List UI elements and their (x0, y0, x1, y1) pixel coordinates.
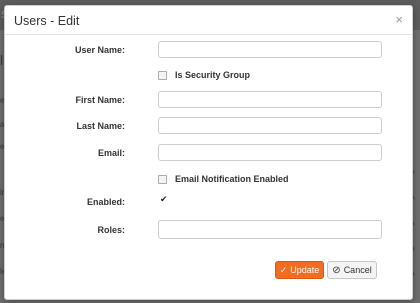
users-edit-dialog: Users - Edit × User Name: Is Security Gr… (4, 5, 413, 300)
email-notification-checkbox[interactable] (158, 174, 167, 184)
dialog-title: Users - Edit (14, 14, 80, 28)
update-button[interactable]: ✓ Update (275, 261, 324, 279)
enabled-label: Enabled: (86, 197, 125, 207)
enabled-row[interactable]: ✔ (158, 194, 168, 207)
ban-icon: ⊘ (332, 264, 341, 276)
close-icon[interactable]: × (395, 13, 403, 27)
email-notification-label: Email Notification Enabled (175, 174, 289, 184)
update-button-label: Update (290, 265, 320, 275)
is-security-group-label: Is Security Group (175, 70, 251, 80)
checkmark-icon: ✔ (160, 194, 168, 204)
email-input[interactable] (158, 144, 382, 161)
last-name-label: Last Name: (76, 121, 125, 131)
email-label: Email: (97, 148, 125, 158)
user-name-input[interactable] (158, 41, 382, 58)
cancel-button[interactable]: ⊘ Cancel (327, 261, 377, 279)
dialog-header: Users - Edit × (5, 6, 412, 35)
last-name-input[interactable] (158, 117, 382, 134)
check-icon: ✓ (279, 264, 288, 275)
first-name-label: First Name: (75, 95, 125, 105)
email-notification-row[interactable]: Email Notification Enabled (158, 174, 289, 184)
enabled-checkbox[interactable]: ✔ (158, 194, 168, 207)
roles-input[interactable] (158, 220, 382, 239)
is-security-group-row[interactable]: Is Security Group (158, 70, 250, 80)
roles-label: Roles: (97, 225, 125, 235)
first-name-input[interactable] (158, 91, 382, 108)
is-security-group-checkbox[interactable] (158, 70, 167, 80)
cancel-button-label: Cancel (343, 265, 372, 275)
user-name-label: User Name: (74, 45, 125, 55)
